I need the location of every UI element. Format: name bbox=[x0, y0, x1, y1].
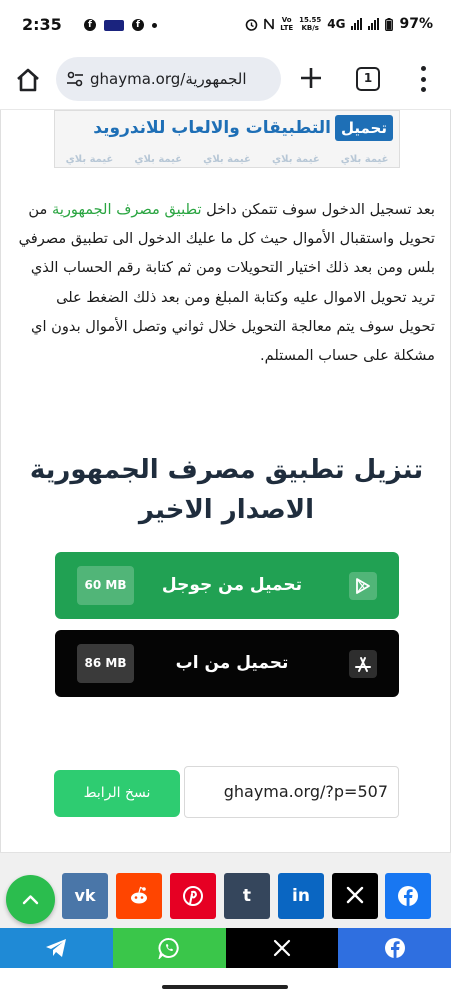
share-facebook-button[interactable] bbox=[385, 873, 431, 919]
share-reddit-button[interactable] bbox=[116, 873, 162, 919]
more-dots-icon bbox=[420, 66, 426, 71]
download-title-line: الاصدار الاخير bbox=[138, 495, 315, 525]
linkedin-icon: in bbox=[292, 886, 310, 906]
file-size-badge: 60 MB bbox=[77, 566, 134, 605]
download-title-line: تنزيل تطبيق مصرف الجمهورية bbox=[29, 455, 424, 485]
app-notification-icon bbox=[104, 19, 124, 31]
status-time: 2:35 bbox=[22, 15, 62, 34]
telegram-icon bbox=[46, 939, 67, 957]
browser-toolbar: ghayma.org/الجمهورية 1 bbox=[0, 50, 451, 110]
google-play-icon bbox=[349, 572, 377, 600]
share-url-field[interactable]: ghayma.org/?p=507 bbox=[184, 766, 399, 818]
article-paragraph: بعد تسجيل الدخول سوف تتمكن داخل تطبيق مص… bbox=[17, 195, 435, 370]
copy-link-button[interactable]: نسخ الرابط bbox=[54, 770, 180, 817]
social-share-bar: vk t in bbox=[0, 852, 451, 928]
download-label: تحميل من جوجل بلاي bbox=[161, 575, 303, 662]
banner-watermark: غيمة بلاي غيمة بلاي غيمة بلاي غيمة بلاي … bbox=[55, 154, 399, 165]
gesture-handle[interactable] bbox=[162, 985, 288, 989]
share-tumblr-button[interactable]: t bbox=[224, 873, 270, 919]
network-type: 4G bbox=[327, 17, 346, 31]
share-x-button[interactable] bbox=[332, 873, 378, 919]
status-bar: 2:35 f f Vo LTE 15.55 KB/s 4G 97% bbox=[0, 0, 451, 50]
share-vk-button[interactable]: vk bbox=[62, 873, 108, 919]
home-icon bbox=[17, 68, 39, 92]
notification-icons: f f bbox=[84, 19, 157, 31]
plus-icon bbox=[301, 68, 321, 88]
app-store-download-button[interactable]: 86 MB تحميل من اب ستور bbox=[55, 630, 399, 740]
address-bar[interactable]: ghayma.org/الجمهورية bbox=[56, 57, 281, 101]
system-icons: Vo LTE 15.55 KB/s 4G 97% bbox=[245, 16, 433, 32]
alarm-icon bbox=[245, 18, 258, 31]
watermark-text: غيمة بلاي bbox=[203, 154, 251, 165]
sticky-share-bar bbox=[0, 928, 451, 968]
watermark-text: غيمة بلاي bbox=[271, 154, 320, 165]
home-button[interactable] bbox=[14, 66, 42, 94]
url-text: ghayma.org/الجمهورية bbox=[90, 70, 247, 88]
app-link[interactable]: تطبيق مصرف الجمهورية bbox=[52, 201, 202, 218]
tab-switcher-button[interactable]: 1 bbox=[356, 67, 380, 91]
share-linkedin-button[interactable]: in bbox=[278, 873, 324, 919]
navigation-gesture-area bbox=[0, 968, 451, 1000]
more-menu-button[interactable] bbox=[416, 66, 430, 92]
battery-level: 97% bbox=[399, 16, 433, 32]
signal-icon bbox=[368, 18, 380, 30]
site-settings-icon[interactable] bbox=[66, 70, 84, 88]
facebook-notification-icon: f bbox=[84, 19, 96, 31]
tumblr-icon: t bbox=[242, 886, 252, 906]
nfc-icon bbox=[264, 18, 275, 30]
google-play-download-button[interactable]: 60 MB تحميل من جوجل بلاي bbox=[55, 552, 399, 662]
article-text: من تحويل واستقبال الأموال حيث كل ما عليك… bbox=[18, 201, 435, 365]
reddit-icon bbox=[131, 886, 147, 904]
volte-indicator: Vo LTE bbox=[280, 16, 294, 32]
chevron-up-icon bbox=[22, 895, 39, 905]
file-size-badge: 86 MB bbox=[77, 644, 134, 683]
share-pinterest-button[interactable] bbox=[170, 873, 216, 919]
app-store-icon bbox=[349, 650, 377, 678]
x-icon bbox=[346, 886, 364, 904]
signal-icon bbox=[351, 18, 363, 30]
article-text: بعد تسجيل الدخول سوف تتمكن داخل bbox=[201, 201, 435, 218]
banner-highlight: تحميل bbox=[334, 115, 393, 141]
facebook-icon bbox=[384, 938, 405, 958]
network-rate: 15.55 KB/s bbox=[299, 16, 322, 32]
new-tab-button[interactable] bbox=[298, 65, 324, 91]
download-title: تنزيل تطبيق مصرف الجمهورية الاصدار الاخي… bbox=[21, 450, 432, 530]
promo-banner[interactable]: تحميل التطبيقات والالعاب للاندرويد غيمة … bbox=[54, 110, 400, 168]
facebook-notification-icon: f bbox=[132, 19, 144, 31]
facebook-icon bbox=[398, 886, 418, 906]
watermark-text: غيمة بلاي bbox=[134, 154, 183, 165]
share-telegram-button[interactable] bbox=[0, 928, 113, 968]
share-x-button[interactable] bbox=[225, 928, 339, 968]
watermark-text: غيمة بلاي bbox=[65, 154, 114, 165]
battery-icon bbox=[385, 17, 394, 31]
scroll-to-top-button[interactable] bbox=[6, 875, 55, 924]
share-whatsapp-button[interactable] bbox=[112, 928, 226, 968]
pinterest-icon bbox=[183, 886, 203, 906]
whatsapp-icon bbox=[158, 938, 179, 959]
download-label: تحميل من اب ستور bbox=[175, 653, 289, 740]
watermark-text: غيمة بلاي bbox=[340, 154, 389, 165]
vk-icon: vk bbox=[74, 886, 96, 905]
banner-text: التطبيقات والالعاب للاندرويد bbox=[93, 118, 331, 138]
more-notifications-icon bbox=[152, 22, 157, 28]
share-facebook-button[interactable] bbox=[338, 928, 451, 968]
x-icon bbox=[273, 939, 290, 957]
banner-heading: تحميل التطبيقات والالعاب للاندرويد bbox=[93, 115, 393, 141]
page-content: تحميل التطبيقات والالعاب للاندرويد غيمة … bbox=[0, 110, 451, 852]
